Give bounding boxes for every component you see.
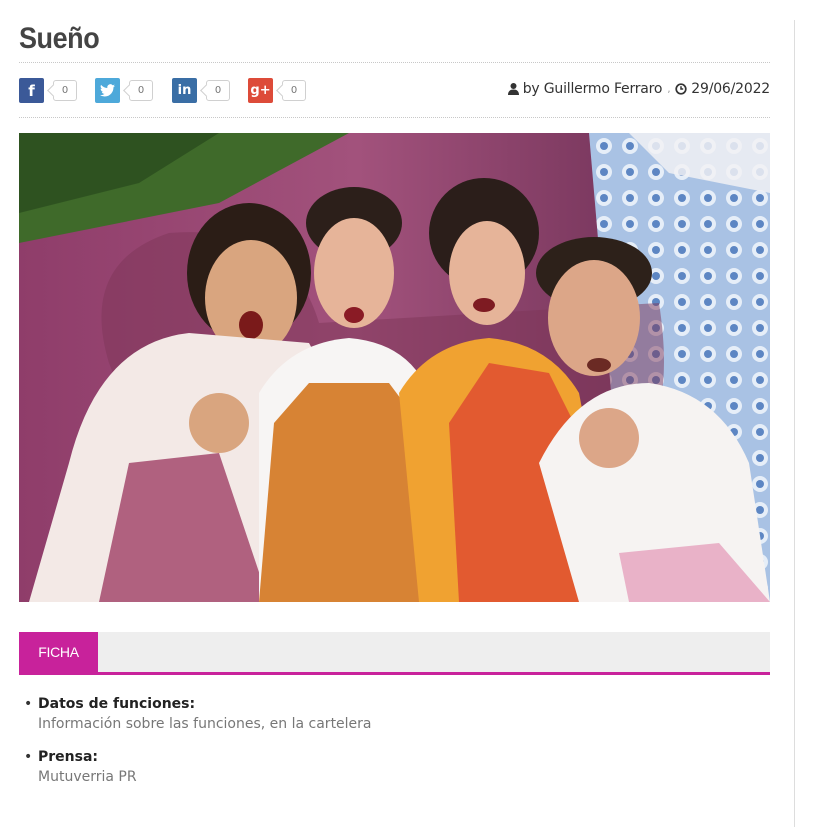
ficha-value: Mutuverria PR [38, 769, 137, 785]
tab-ficha[interactable]: FICHA [19, 632, 98, 672]
ficha-label: Datos de funciones: [38, 696, 196, 712]
post-meta: by Guillermo Ferraro , 29/06/2022 [507, 81, 770, 97]
share-count-google-plus: 0 [282, 80, 306, 101]
clock-icon [675, 83, 687, 95]
title-divider [19, 62, 770, 63]
share-google-plus: g+ 0 [248, 78, 306, 103]
ficha-tabbar: FICHA [19, 632, 770, 672]
share-count-linkedin: 0 [206, 80, 230, 101]
tab-underline [19, 672, 770, 675]
twitter-icon[interactable] [95, 78, 120, 103]
share-facebook: f 0 [19, 78, 77, 103]
meta-separator: , [667, 83, 671, 95]
hero-image [19, 133, 770, 602]
page-title: Sueño [19, 22, 100, 55]
meta-divider [19, 117, 770, 118]
ficha-list: Datos de funciones: Información sobre la… [19, 694, 770, 800]
google-plus-icon[interactable]: g+ [248, 78, 273, 103]
linkedin-icon[interactable]: in [172, 78, 197, 103]
list-item: Datos de funciones: Información sobre la… [19, 694, 770, 734]
share-linkedin: in 0 [172, 78, 230, 103]
user-icon [507, 83, 519, 95]
author-link[interactable]: by Guillermo Ferraro [523, 81, 663, 97]
sidebar-divider [794, 20, 795, 827]
ficha-value: Información sobre las funciones, en la c… [38, 716, 372, 732]
list-item: Prensa: Mutuverria PR [19, 747, 770, 787]
post-date: 29/06/2022 [691, 81, 770, 97]
ficha-label: Prensa: [38, 749, 99, 765]
share-count-twitter: 0 [129, 80, 153, 101]
share-bar: f 0 0 in 0 g+ 0 by Guillermo Ferraro , 2… [19, 78, 770, 103]
facebook-icon[interactable]: f [19, 78, 44, 103]
hero-photo-illustration [19, 133, 770, 602]
share-twitter: 0 [95, 78, 153, 103]
share-count-facebook: 0 [53, 80, 77, 101]
